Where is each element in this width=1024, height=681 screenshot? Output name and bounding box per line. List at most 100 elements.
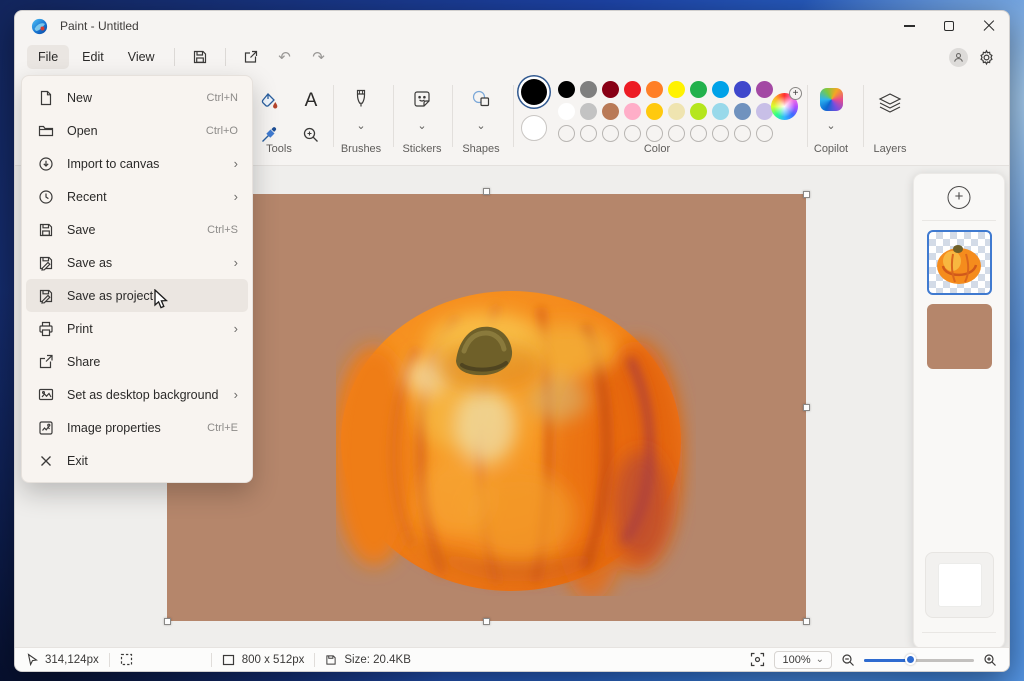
edit-menu-button[interactable]: Edit [71, 45, 115, 69]
save-button[interactable] [183, 44, 217, 70]
color-swatch[interactable] [690, 81, 707, 98]
text-tool-button[interactable]: A [297, 87, 325, 115]
empty-color-swatch[interactable] [646, 125, 663, 142]
sticker-icon [412, 89, 432, 109]
empty-color-swatch[interactable] [580, 125, 597, 142]
submenu-arrow-icon: › [234, 156, 238, 171]
empty-color-swatch[interactable] [668, 125, 685, 142]
status-bar: 314,124px 800 x 512px Size: 20.4KB [15, 647, 1009, 671]
menu-item-share[interactable]: Share [26, 345, 248, 378]
menu-item-recent[interactable]: Recent › [26, 180, 248, 213]
add-layer-button[interactable]: + [948, 186, 971, 209]
menu-item-save[interactable]: Save Ctrl+S [26, 213, 248, 246]
color-swatch[interactable] [734, 103, 751, 120]
color-swatch[interactable] [690, 103, 707, 120]
import-icon [38, 156, 54, 172]
zoom-level-dropdown[interactable]: 100% ⌄ [774, 651, 832, 669]
zoom-out-icon[interactable] [841, 653, 855, 667]
resize-handle-e[interactable] [803, 404, 810, 411]
menu-item-save-as[interactable]: Save as › [26, 246, 248, 279]
menu-item-save-as-project[interactable]: Save as project [26, 279, 248, 312]
brushes-button[interactable] [347, 85, 375, 113]
menu-bar: File Edit View ↶ ↷ [15, 41, 1009, 73]
shapes-button[interactable] [467, 85, 495, 113]
zoom-slider[interactable] [864, 654, 974, 666]
empty-color-swatch[interactable] [756, 125, 773, 142]
layer-thumbnail-background-color[interactable] [927, 304, 992, 369]
copilot-button[interactable] [817, 85, 845, 113]
layer-thumbnail-pumpkin[interactable] [927, 230, 992, 295]
magnifier-tool-button[interactable] [297, 121, 325, 149]
color-swatch[interactable] [756, 81, 773, 98]
menu-item-open[interactable]: Open Ctrl+O [26, 114, 248, 147]
palette-row-3 [558, 125, 773, 142]
menu-item-label: Recent [67, 190, 107, 204]
color-swatch[interactable] [712, 103, 729, 120]
account-button[interactable] [949, 48, 968, 67]
color-swatch[interactable] [712, 81, 729, 98]
menu-item-image-properties[interactable]: Image properties Ctrl+E [26, 411, 248, 444]
menu-item-set-as-desktop-background[interactable]: Set as desktop background › [26, 378, 248, 411]
color-swatch[interactable] [558, 81, 575, 98]
toolbar-divider [393, 85, 394, 147]
empty-color-swatch[interactable] [690, 125, 707, 142]
zoom-slider-thumb[interactable] [905, 654, 916, 665]
color-swatch[interactable] [580, 103, 597, 120]
redo-button[interactable]: ↷ [302, 48, 336, 66]
color-swatch[interactable] [668, 103, 685, 120]
resize-handle-ne[interactable] [803, 191, 810, 198]
color-swatch[interactable] [734, 81, 751, 98]
resize-handle-se[interactable] [803, 618, 810, 625]
close-button[interactable] [969, 11, 1009, 41]
shapes-icon [470, 89, 492, 109]
file-menu-button[interactable]: File [27, 45, 69, 69]
zoom-in-icon[interactable] [983, 653, 997, 667]
empty-color-swatch[interactable] [602, 125, 619, 142]
background-layer-frame[interactable] [925, 552, 994, 618]
settings-gear-icon[interactable] [978, 49, 995, 66]
submenu-arrow-icon: › [234, 387, 238, 402]
color-swatch[interactable] [668, 81, 685, 98]
color-swatch[interactable] [602, 81, 619, 98]
color-swatch[interactable] [624, 81, 641, 98]
undo-button[interactable]: ↶ [268, 48, 302, 66]
paint-window: Paint - Untitled File Edit View [14, 10, 1010, 672]
empty-color-swatch[interactable] [712, 125, 729, 142]
fit-to-screen-icon[interactable] [750, 652, 765, 667]
cursor-position-status: 314,124px [27, 653, 99, 666]
empty-color-swatch[interactable] [624, 125, 641, 142]
resize-handle-n[interactable] [483, 188, 490, 195]
maximize-button[interactable] [929, 11, 969, 41]
color-swatch[interactable] [624, 103, 641, 120]
resize-handle-sw[interactable] [164, 618, 171, 625]
menu-item-new[interactable]: New Ctrl+N [26, 81, 248, 114]
layers-button[interactable] [876, 89, 904, 117]
share-button[interactable] [234, 44, 268, 70]
menu-item-exit[interactable]: Exit [26, 444, 248, 477]
canvas-size-value: 800 x 512px [242, 654, 305, 666]
zoom-slider-fill [864, 659, 910, 662]
minimize-button[interactable] [889, 11, 929, 41]
color-swatch[interactable] [646, 81, 663, 98]
empty-color-swatch[interactable] [558, 125, 575, 142]
color-swatch[interactable] [580, 81, 597, 98]
primary-color-swatch[interactable] [521, 79, 547, 105]
fill-tool-button[interactable] [255, 87, 283, 115]
menu-item-label: Print [67, 322, 93, 336]
menu-item-label: New [67, 91, 92, 105]
color-swatch[interactable] [646, 103, 663, 120]
save-floppy-icon [38, 222, 54, 238]
view-menu-button[interactable]: View [117, 45, 166, 69]
color-swatch[interactable] [602, 103, 619, 120]
secondary-color-swatch[interactable] [521, 115, 547, 141]
stickers-button[interactable] [408, 85, 436, 113]
color-swatch[interactable] [558, 103, 575, 120]
brush-icon [352, 88, 370, 110]
menu-item-print[interactable]: Print › [26, 312, 248, 345]
menu-item-import-to-canvas[interactable]: Import to canvas › [26, 147, 248, 180]
recent-clock-icon [38, 189, 54, 205]
resize-handle-s[interactable] [483, 618, 490, 625]
menu-item-label: Exit [67, 454, 88, 468]
save-as-project-icon [38, 288, 54, 304]
empty-color-swatch[interactable] [734, 125, 751, 142]
